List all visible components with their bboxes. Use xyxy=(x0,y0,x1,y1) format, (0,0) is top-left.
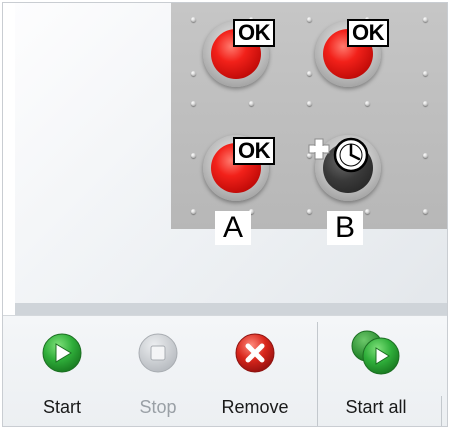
rivet xyxy=(365,101,370,106)
rivet xyxy=(191,71,196,76)
rivet xyxy=(191,153,196,158)
ok-badge: OK xyxy=(233,137,275,165)
play-icon xyxy=(42,333,82,373)
rivet xyxy=(423,101,428,106)
rivet xyxy=(191,209,196,214)
app-window: OK OK OK A B Start Stop Remove Start all xyxy=(2,2,448,427)
start-label: Start xyxy=(42,397,81,417)
rivet xyxy=(307,101,312,106)
indicator-panel: OK OK OK A B xyxy=(171,3,447,245)
rivet xyxy=(307,71,312,76)
start-all-icon xyxy=(351,330,400,375)
rivet xyxy=(307,17,312,22)
lamp-a-label: A xyxy=(215,211,251,245)
canvas-bottom-strip xyxy=(15,303,447,315)
command-toolbar: Start Stop Remove Start all xyxy=(3,315,447,426)
rivet xyxy=(307,209,312,214)
rivet xyxy=(191,101,196,106)
start-all-button[interactable]: Start all xyxy=(333,316,419,426)
stop-label: Stop xyxy=(139,397,177,417)
remove-label: Remove xyxy=(221,397,289,417)
start-all-label: Start all xyxy=(345,397,407,417)
rivet xyxy=(191,17,196,22)
ok-badge: OK xyxy=(233,19,275,47)
rivet xyxy=(423,209,428,214)
rivet xyxy=(423,71,428,76)
ok-badge: OK xyxy=(347,19,389,47)
stop-button[interactable]: Stop xyxy=(127,316,189,426)
toolbar-separator xyxy=(441,396,442,426)
lamp-b-label: B xyxy=(327,211,363,245)
rivet xyxy=(365,209,370,214)
rivet xyxy=(423,17,428,22)
rivet xyxy=(249,101,254,106)
rivet xyxy=(423,153,428,158)
start-button[interactable]: Start xyxy=(31,316,93,426)
remove-button[interactable]: Remove xyxy=(213,316,297,426)
remove-x-icon xyxy=(235,333,275,373)
toolbar-separator xyxy=(317,322,318,426)
stop-icon xyxy=(138,333,178,373)
add-timer-icon xyxy=(308,137,369,173)
